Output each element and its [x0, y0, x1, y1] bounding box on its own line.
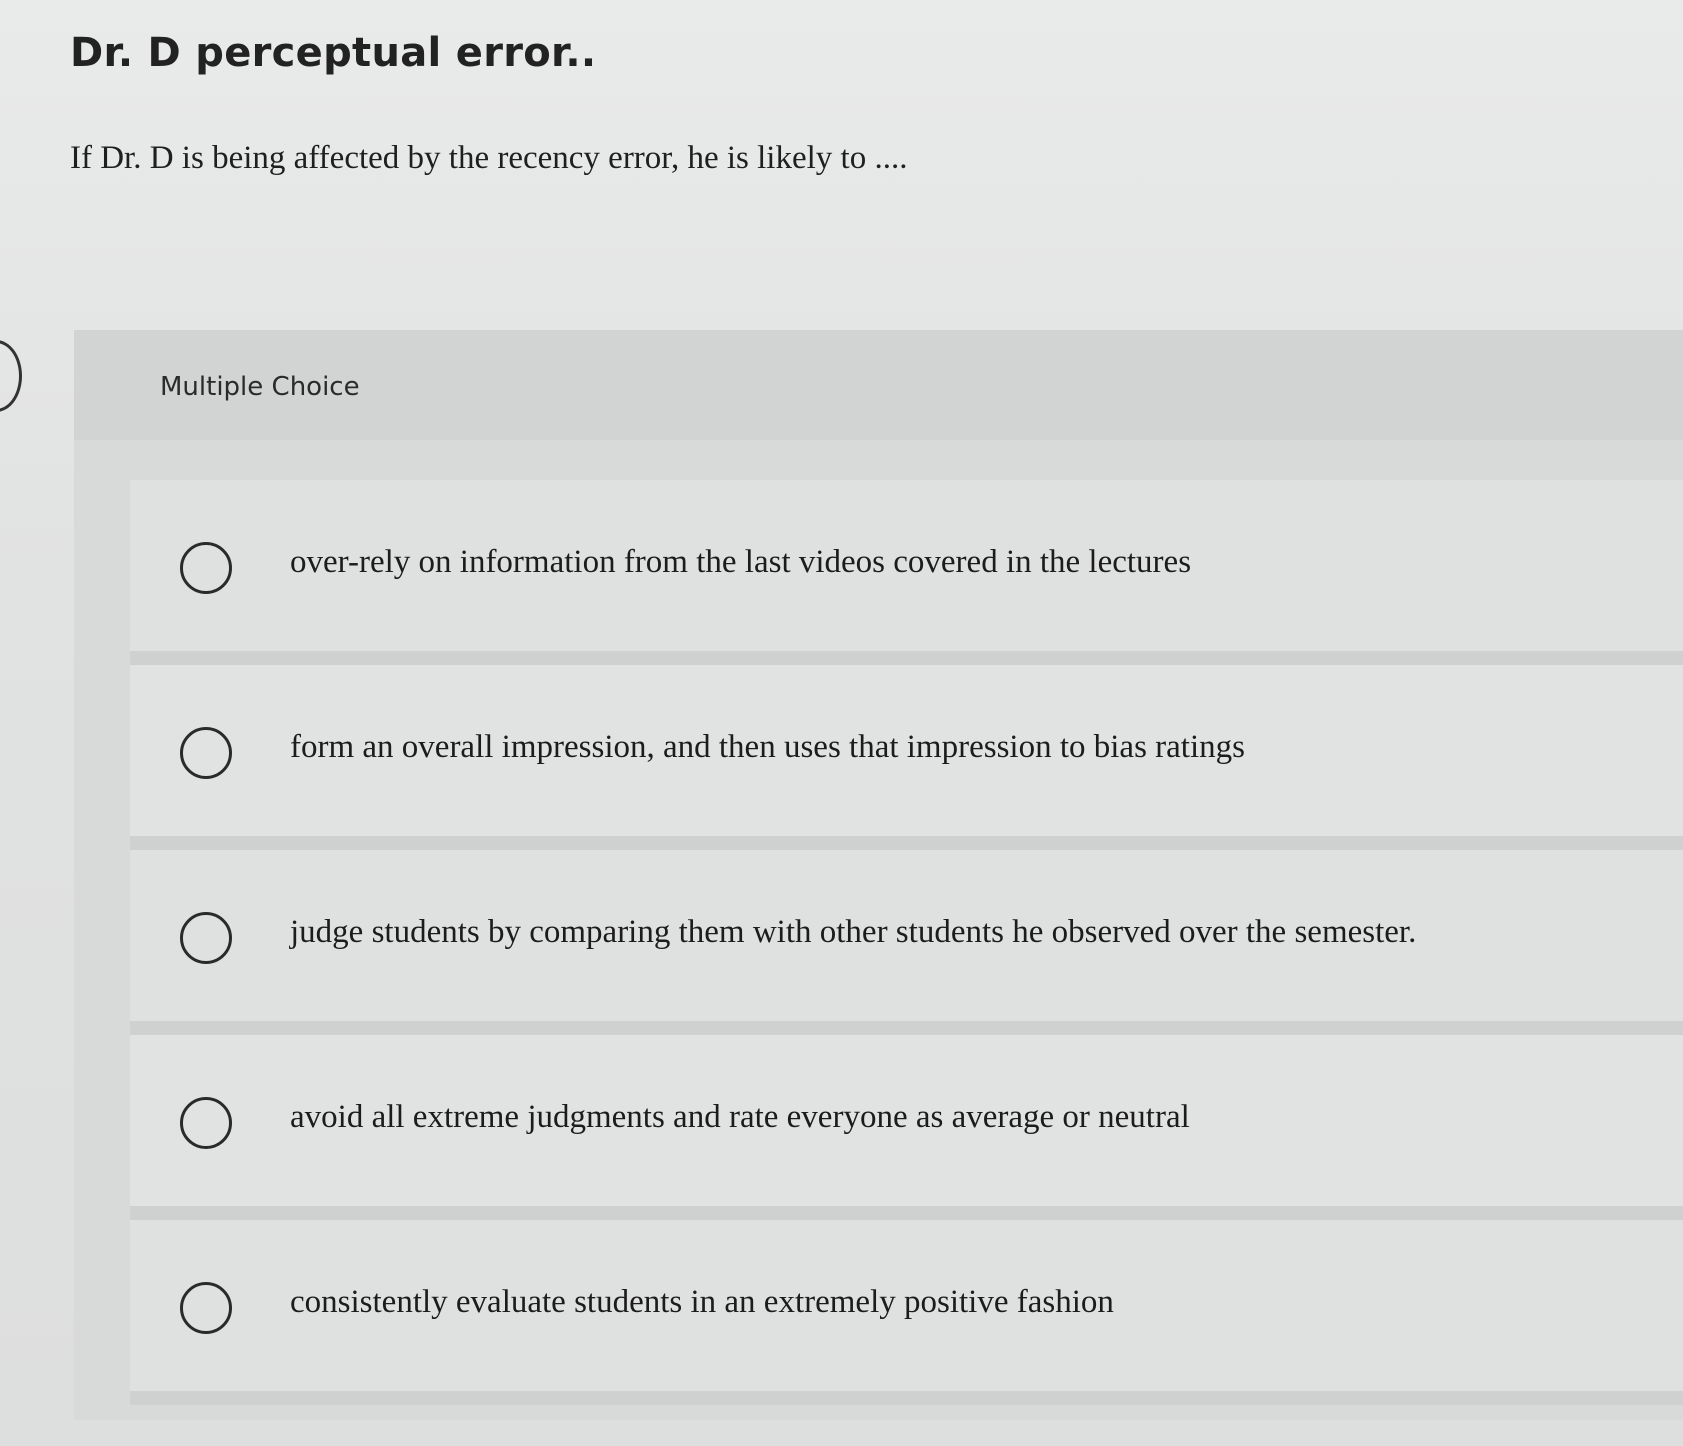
choice-option[interactable]: judge students by comparing them with ot…: [130, 850, 1683, 1035]
choice-label[interactable]: over-rely on information from the last v…: [290, 544, 1191, 581]
choice-label[interactable]: consistently evaluate students in an ext…: [290, 1284, 1114, 1321]
choice-list: over-rely on information from the last v…: [130, 480, 1683, 1405]
choice-label[interactable]: avoid all extreme judgments and rate eve…: [290, 1099, 1190, 1136]
radio-button[interactable]: [180, 727, 232, 779]
radio-button[interactable]: [180, 912, 232, 964]
answer-panel: Multiple Choice over-rely on information…: [74, 330, 1683, 1420]
choice-label[interactable]: judge students by comparing them with ot…: [290, 914, 1416, 951]
choice-option[interactable]: form an overall impression, and then use…: [130, 665, 1683, 850]
choice-label[interactable]: form an overall impression, and then use…: [290, 729, 1245, 766]
choice-option[interactable]: consistently evaluate students in an ext…: [130, 1220, 1683, 1405]
radio-button[interactable]: [180, 1097, 232, 1149]
radio-button[interactable]: [180, 542, 232, 594]
question-prompt: If Dr. D is being affected by the recenc…: [70, 140, 908, 176]
choice-option[interactable]: avoid all extreme judgments and rate eve…: [130, 1035, 1683, 1220]
radio-button[interactable]: [180, 1282, 232, 1334]
panel-header: Multiple Choice: [74, 330, 1683, 440]
quiz-page: Dr. D perceptual error.. If Dr. D is bei…: [0, 0, 1683, 1446]
side-panel-toggle[interactable]: [0, 340, 22, 412]
question-title: Dr. D perceptual error..: [70, 30, 597, 76]
choice-option[interactable]: over-rely on information from the last v…: [130, 480, 1683, 665]
question-type-label: Multiple Choice: [160, 372, 360, 402]
